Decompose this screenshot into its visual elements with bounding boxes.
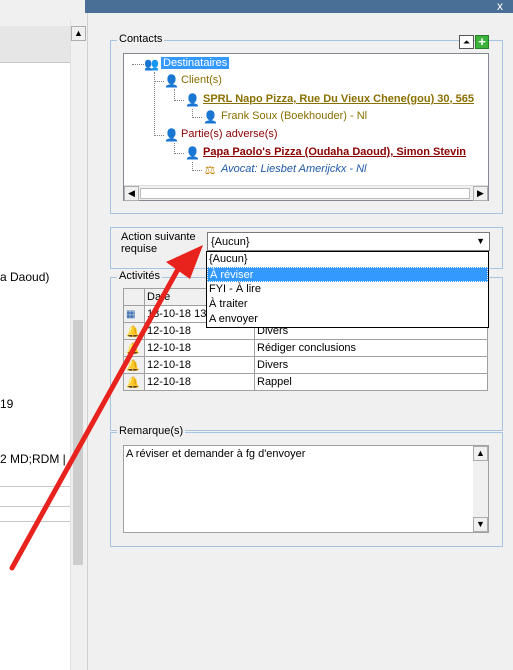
activity-date: 12-10-18 xyxy=(144,339,255,357)
adverse-party-icon: 👤 xyxy=(164,128,179,142)
details-panel: Contacts ⏶ + 👥 Destinataires 👤 Client(s)… xyxy=(87,13,513,670)
left-scrollbar[interactable]: ▲ xyxy=(70,20,86,670)
remarks-group: Remarque(s) A réviser et demander à fg d… xyxy=(110,425,503,547)
bell-icon: 🔔 xyxy=(123,339,145,357)
left-text-1: a Daoud) xyxy=(0,270,50,284)
scroll-down-icon[interactable]: ▼ xyxy=(473,517,488,532)
chevron-down-icon[interactable]: ▼ xyxy=(476,236,485,246)
tree-node-client-name[interactable]: SPRL Napo Pizza, Rue Du Vieux Chene(gou)… xyxy=(203,93,474,105)
divider xyxy=(0,506,70,507)
contacts-tree[interactable]: 👥 Destinataires 👤 Client(s) 👤 SPRL Napo … xyxy=(123,53,489,201)
close-icon[interactable]: x xyxy=(497,0,503,13)
left-panel: a Daoud) 19 2 MD;RDM | ▲ xyxy=(0,0,86,670)
tree-node-adverse[interactable]: Partie(s) adverse(s) xyxy=(181,128,278,140)
table-row[interactable]: 🔔 12-10-18 Divers xyxy=(123,356,488,374)
scroll-thumb[interactable] xyxy=(73,320,83,565)
adverse-party-icon: 👤 xyxy=(185,146,200,160)
tree-connector xyxy=(154,81,164,82)
option-a-envoyer[interactable]: A envoyer xyxy=(207,312,488,327)
tree-node-destinataires[interactable]: Destinataires xyxy=(161,57,230,69)
option-a-reviser[interactable]: À réviser xyxy=(207,267,488,282)
remarks-textarea[interactable]: A réviser et demander à fg d'envoyer ▲ ▼ xyxy=(123,445,489,533)
tree-connector xyxy=(192,170,202,171)
contacts-group: Contacts ⏶ + 👥 Destinataires 👤 Client(s)… xyxy=(110,33,503,214)
option-aucun[interactable]: {Aucun} xyxy=(207,252,488,267)
divider xyxy=(0,521,70,522)
collapse-icon[interactable]: ⏶ xyxy=(459,35,474,49)
tree-connector xyxy=(154,135,164,136)
tree-node-clients[interactable]: Client(s) xyxy=(181,74,222,86)
tree-node-adverse-name[interactable]: Papa Paolo's Pizza (Oudaha Daoud), Simon… xyxy=(203,146,466,158)
next-action-select[interactable]: {Aucun} ▼ xyxy=(207,232,490,251)
left-text-2: 19 xyxy=(0,397,14,411)
option-a-traiter[interactable]: À traiter xyxy=(207,297,488,312)
bell-icon: 🔔 xyxy=(123,322,145,340)
next-action-value: {Aucun} xyxy=(211,236,250,248)
scroll-thumb[interactable] xyxy=(140,188,470,199)
scroll-up-icon[interactable]: ▲ xyxy=(473,446,488,461)
scroll-right-icon[interactable]: ▶ xyxy=(473,186,488,201)
activity-type: Rappel xyxy=(254,373,488,391)
tree-node-lawyer[interactable]: Avocat: Liesbet Amerijckx - Nl xyxy=(221,163,367,175)
person-icon: 👤 xyxy=(203,110,218,124)
next-action-label-2: requise xyxy=(121,243,158,255)
activity-type: Divers xyxy=(254,356,488,374)
calendar-icon: ▦ xyxy=(123,305,145,323)
activity-type: Rédiger conclusions xyxy=(254,339,488,357)
person-icon: 👤 xyxy=(185,93,200,107)
activity-date: 12-10-18 xyxy=(144,356,255,374)
activities-legend: Activités xyxy=(117,270,162,282)
person-icon: 👤 xyxy=(164,74,179,88)
contacts-legend: Contacts xyxy=(117,33,165,45)
contacts-hscrollbar[interactable]: ◀ ▶ xyxy=(124,185,488,201)
next-action-dropdown[interactable]: {Aucun} À réviser FYI - À lire À traiter… xyxy=(206,251,489,328)
left-header xyxy=(0,26,70,63)
grid-corner xyxy=(123,288,145,306)
scroll-up-icon[interactable]: ▲ xyxy=(71,26,86,41)
add-contact-icon[interactable]: + xyxy=(475,35,489,49)
remarks-vscrollbar[interactable]: ▲ ▼ xyxy=(473,446,488,532)
table-row[interactable]: 🔔 12-10-18 Rappel xyxy=(123,373,488,391)
bell-icon: 🔔 xyxy=(123,356,145,374)
tree-connector xyxy=(192,117,202,118)
left-text-3: 2 MD;RDM | xyxy=(0,452,66,466)
tree-node-client-contact[interactable]: Frank Soux (Boekhouder) - Nl xyxy=(221,110,367,122)
tree-connector xyxy=(132,64,144,65)
option-fyi-a-lire[interactable]: FYI - À lire xyxy=(207,282,488,297)
activity-date: 12-10-18 xyxy=(144,373,255,391)
remarks-text: A réviser et demander à fg d'envoyer xyxy=(126,448,306,460)
scroll-left-icon[interactable]: ◀ xyxy=(124,186,139,201)
bell-icon: 🔔 xyxy=(123,373,145,391)
recipients-icon: 👥 xyxy=(144,57,159,71)
divider xyxy=(0,486,70,487)
left-list: a Daoud) 19 2 MD;RDM | xyxy=(0,63,70,670)
table-row[interactable]: 🔔 12-10-18 Rédiger conclusions xyxy=(123,339,488,357)
tree-connector xyxy=(174,100,184,101)
tree-connector xyxy=(174,153,184,154)
remarks-legend: Remarque(s) xyxy=(117,425,186,437)
next-action-label-1: Action suivante xyxy=(121,231,196,243)
scales-icon: ⚖ xyxy=(204,163,216,177)
